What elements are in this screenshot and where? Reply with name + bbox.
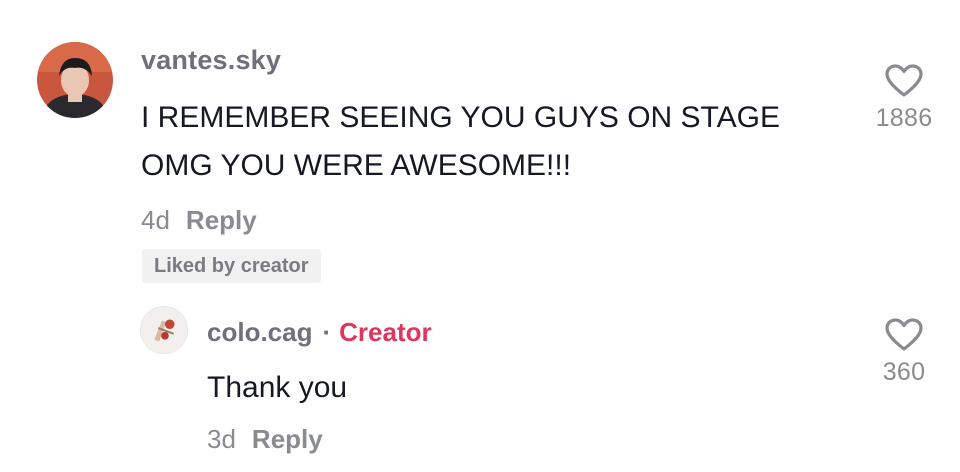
reply-meta: 3d Reply (207, 424, 323, 455)
comment-meta: 4d Reply (141, 205, 257, 236)
creator-avatar[interactable] (140, 306, 188, 354)
comment-text: I REMEMBER SEEING YOU GUYS ON STAGE OMG … (141, 101, 781, 182)
reply-username[interactable]: colo.cag (207, 317, 312, 348)
reply-like-group: 360 (864, 318, 944, 387)
like-count: 360 (882, 358, 926, 386)
comment-like-group: 1886 (864, 64, 944, 133)
reply-text: Thank you (207, 371, 348, 404)
separator-dot: · (322, 317, 332, 347)
avatar-photo-icon (37, 42, 113, 118)
creator-label: Creator (339, 317, 432, 347)
reply-button[interactable]: Reply (252, 424, 323, 455)
heart-outline-icon[interactable] (885, 318, 923, 352)
avatar-photo-icon (141, 307, 187, 353)
reply-timestamp: 3d (207, 424, 236, 454)
comment-timestamp: 4d (141, 205, 170, 235)
commenter-avatar[interactable] (37, 42, 113, 118)
heart-outline-icon[interactable] (885, 64, 923, 98)
commenter-username[interactable]: vantes.sky (141, 45, 281, 76)
reply-header: colo.cag · Creator (207, 317, 432, 348)
reply-button[interactable]: Reply (186, 205, 257, 236)
liked-by-creator-badge: Liked by creator (142, 249, 321, 283)
like-count: 1886 (875, 104, 933, 132)
